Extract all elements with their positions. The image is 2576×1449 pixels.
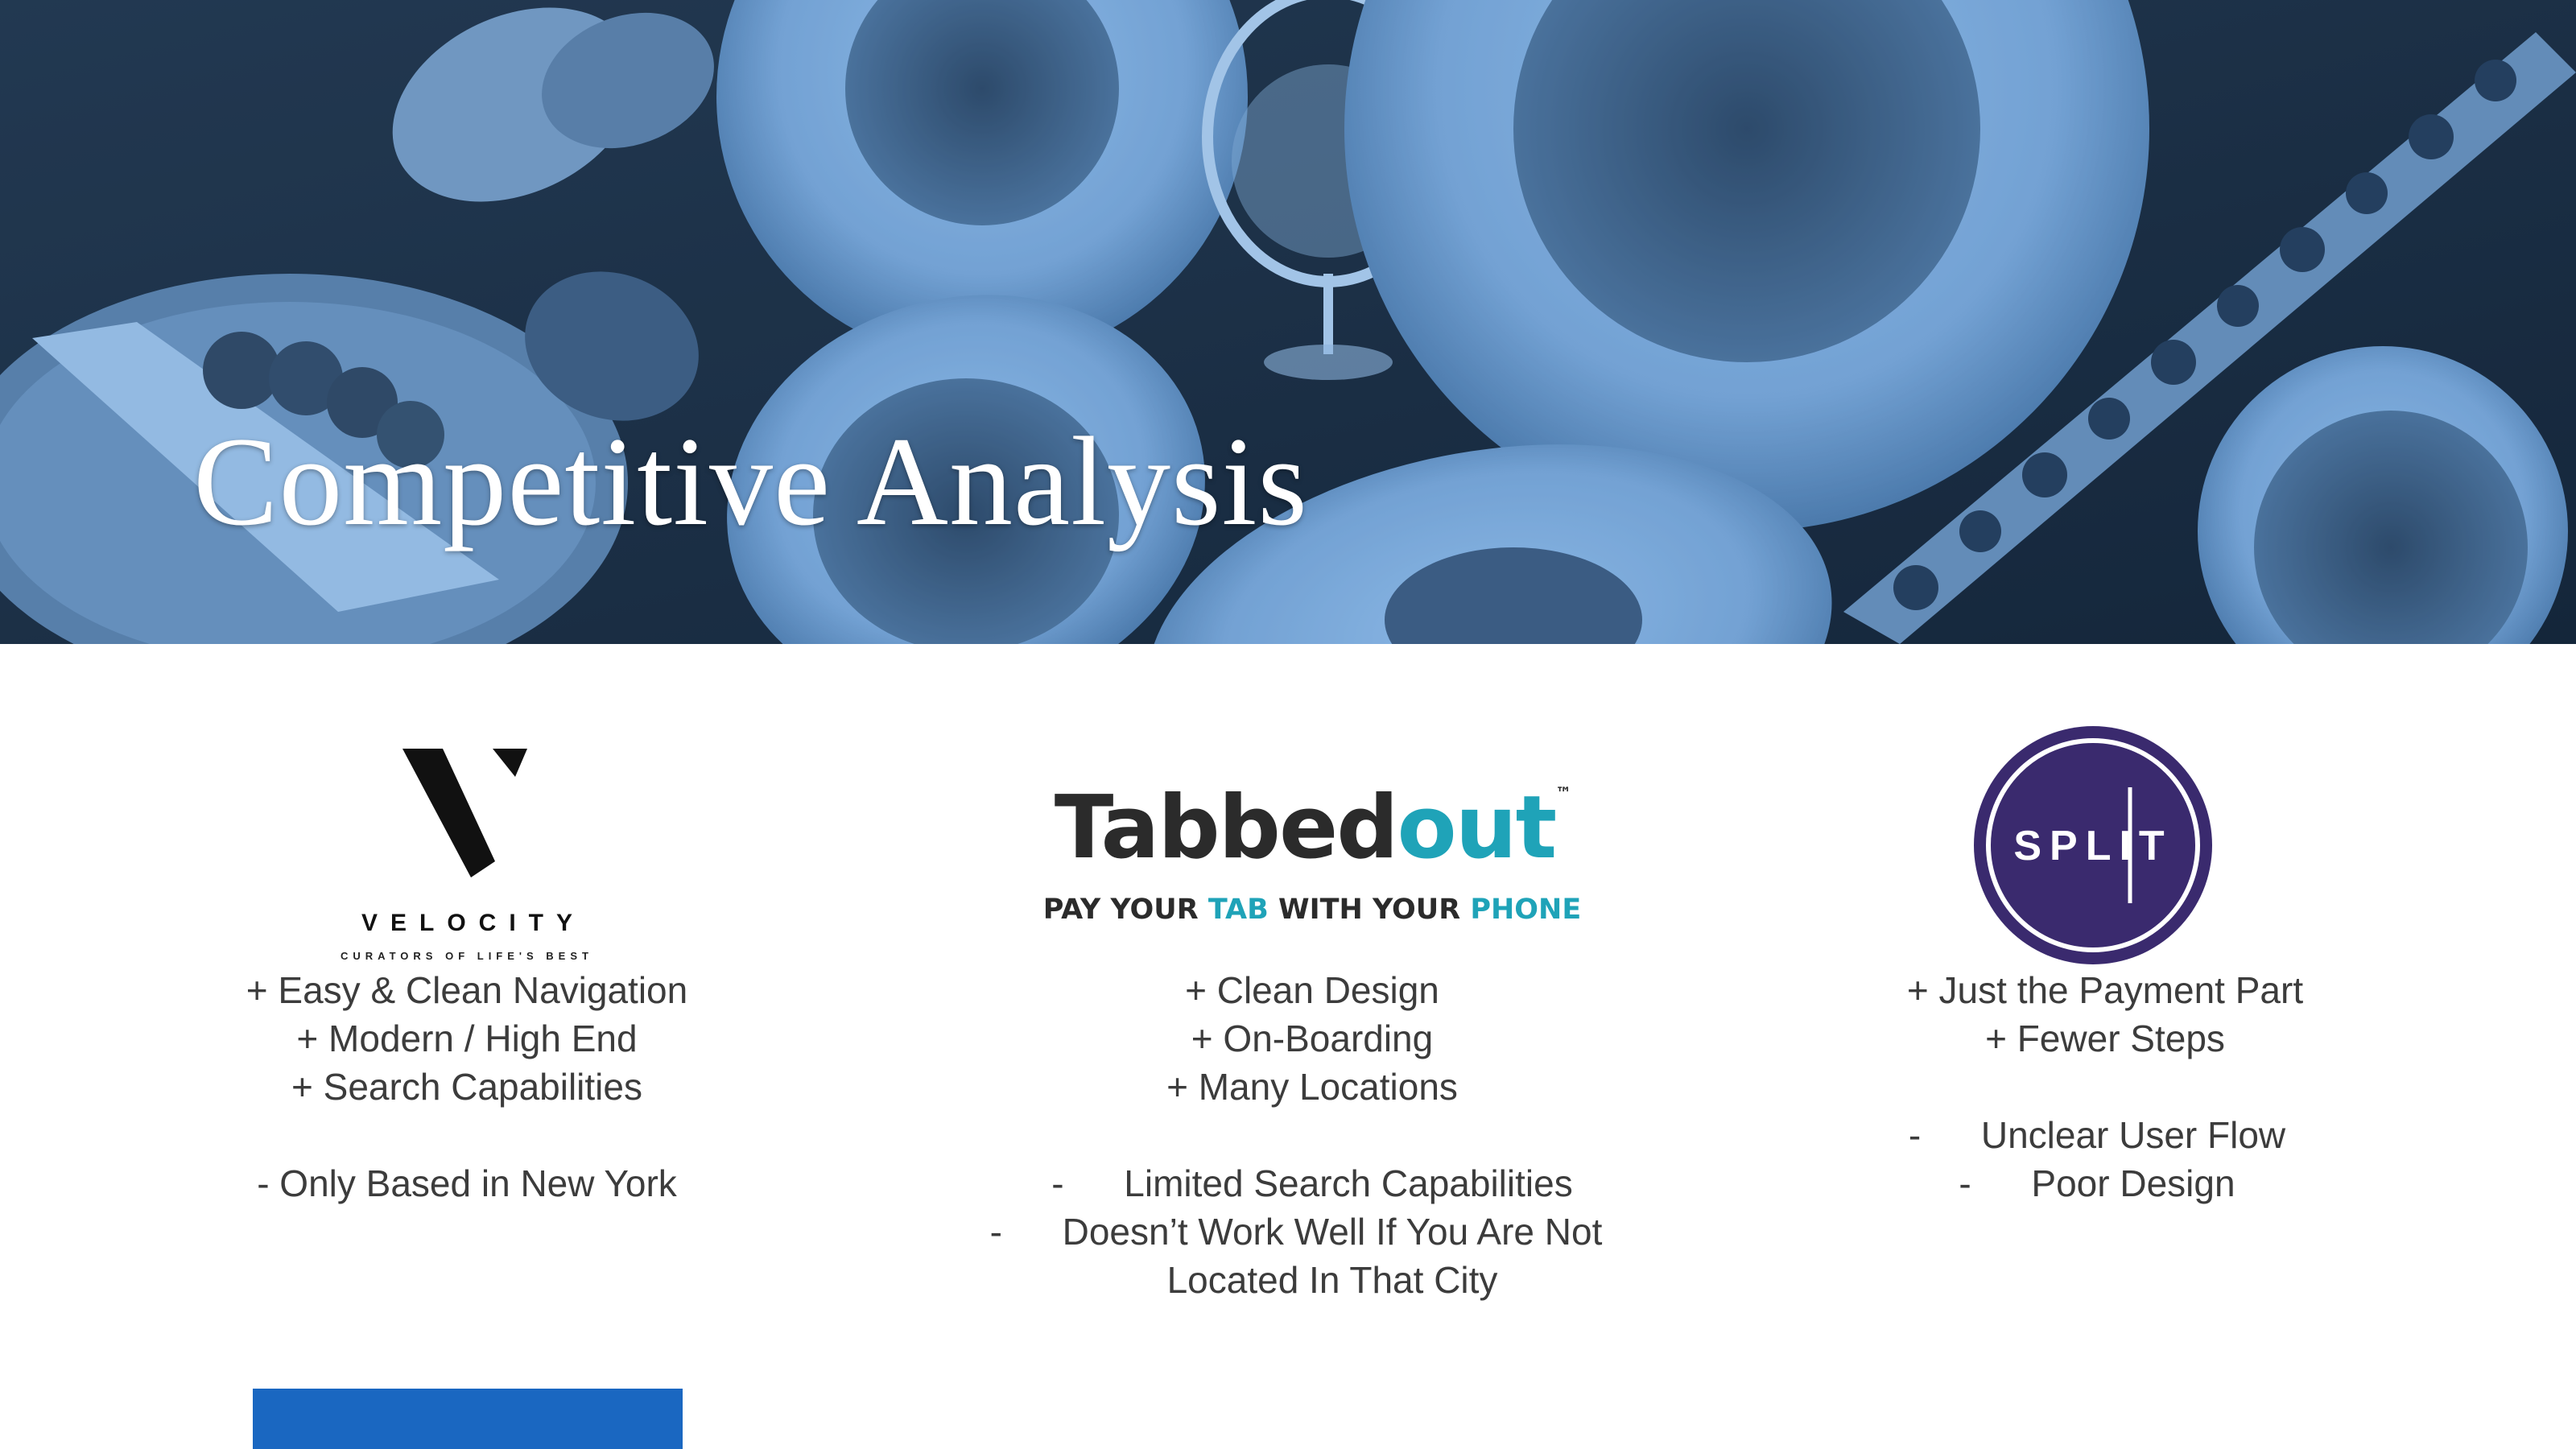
pro-item: + Easy & Clean Navigation bbox=[246, 969, 688, 1011]
con-item-continuation: Located In That City bbox=[1166, 1259, 1498, 1301]
con-item: - Poor Design bbox=[1959, 1162, 2235, 1204]
pro-item: + Fewer Steps bbox=[1985, 1018, 2225, 1059]
competitor-tabbedout: Tabbedout™ PAY YOUR TAB WITH YOUR PHONE … bbox=[950, 644, 1674, 1449]
split-wordmark: SPLIT bbox=[2013, 823, 2172, 869]
velocity-logo: VELOCITY CURATORS OF LIFE'S BEST bbox=[145, 692, 789, 962]
pro-item: + On-Boarding bbox=[1191, 1018, 1434, 1059]
velocity-v-icon bbox=[402, 749, 527, 877]
competitor-velocity: VELOCITY CURATORS OF LIFE'S BEST + Easy … bbox=[145, 644, 789, 1449]
pro-item: + Just the Payment Part bbox=[1906, 969, 2304, 1011]
split-notes: + Just the Payment Part + Fewer Steps -U… bbox=[1771, 966, 2431, 1208]
competitor-split: SPLIT + Just the Payment Part + Fewer St… bbox=[1771, 644, 2431, 1449]
split-logo: SPLIT bbox=[1974, 726, 2212, 964]
con-item: - Limited Search Capabilities bbox=[1051, 1162, 1573, 1204]
pro-item: + Clean Design bbox=[1185, 969, 1439, 1011]
velocity-tagline: CURATORS OF LIFE'S BEST bbox=[341, 950, 593, 962]
hero-banner: Competitive Analysis bbox=[0, 0, 2576, 644]
split-logo-box: SPLIT bbox=[1771, 692, 2431, 964]
tabbedout-notes: + Clean Design + On-Boarding + Many Loca… bbox=[950, 966, 1674, 1304]
pro-item: + Search Capabilities bbox=[291, 1066, 642, 1108]
con-item: - Doesn’t Work Well If You Are Not bbox=[989, 1211, 1603, 1253]
con-item: - Only Based in New York bbox=[257, 1162, 677, 1204]
tabbedout-logo: Tabbedout™ PAY YOUR TAB WITH YOUR PHONE bbox=[950, 692, 1674, 950]
pro-item: + Many Locations bbox=[1166, 1066, 1458, 1108]
velocity-wordmark: VELOCITY bbox=[361, 910, 585, 936]
pro-item: + Modern / High End bbox=[296, 1018, 638, 1059]
tabbedout-wordmark: Tabbedout™ bbox=[1054, 778, 1572, 878]
page-title: Competitive Analysis bbox=[193, 411, 1308, 552]
velocity-notes: + Easy & Clean Navigation + Modern / Hig… bbox=[145, 966, 789, 1208]
con-item: - Unclear User Flow bbox=[1908, 1114, 2286, 1156]
accent-bar bbox=[253, 1389, 683, 1449]
tabbedout-tagline: PAY YOUR TAB WITH YOUR PHONE bbox=[1042, 894, 1582, 926]
